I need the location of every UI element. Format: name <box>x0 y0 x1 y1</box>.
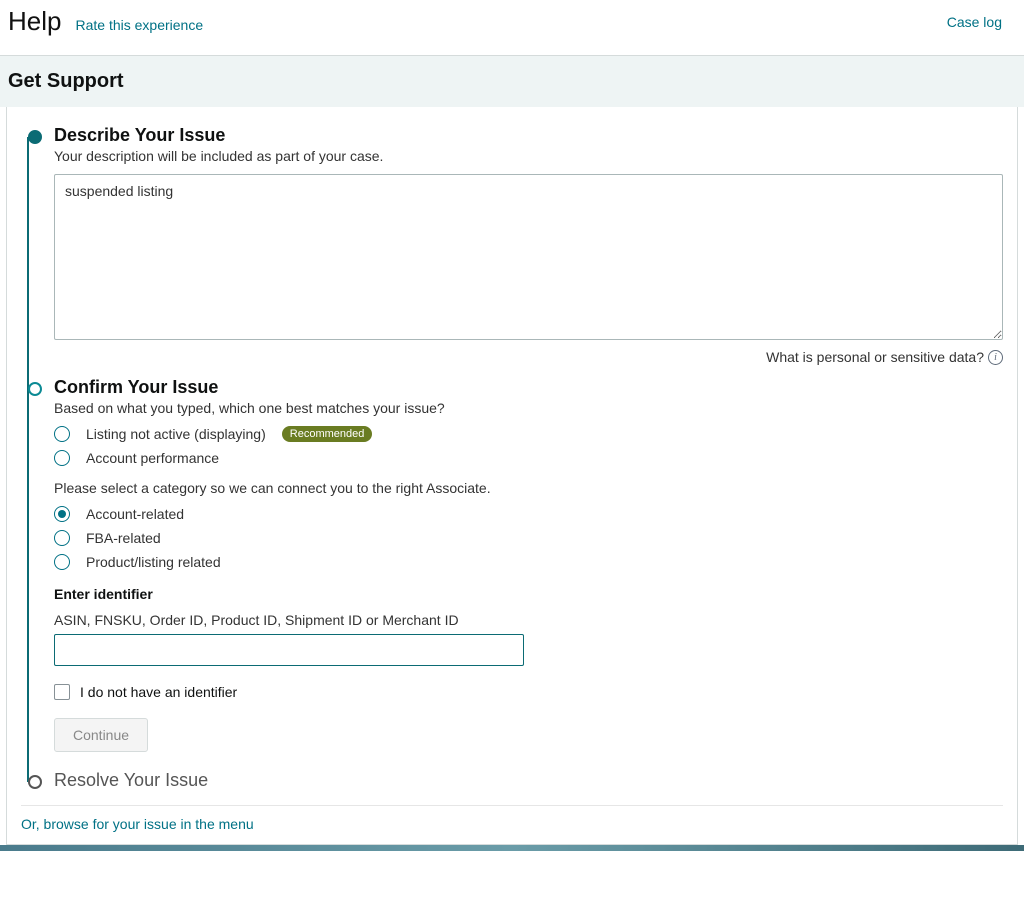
step-indicator-active-icon <box>28 382 42 396</box>
steps-container: Describe Your Issue Your description wil… <box>21 125 1003 793</box>
divider <box>21 805 1003 806</box>
identifier-input[interactable] <box>54 634 524 666</box>
step-confirm-subtitle: Based on what you typed, which one best … <box>54 400 1003 416</box>
step-describe-title: Describe Your Issue <box>54 125 1003 146</box>
category-option-fba-related[interactable]: FBA-related <box>54 530 1003 546</box>
radio-label: Account performance <box>86 450 219 466</box>
identifier-subtext: ASIN, FNSKU, Order ID, Product ID, Shipm… <box>54 612 1003 628</box>
radio-label: Product/listing related <box>86 554 221 570</box>
continue-button[interactable]: Continue <box>54 718 148 752</box>
sensitive-data-row: What is personal or sensitive data? i <box>54 349 1003 365</box>
help-title: Help <box>8 6 61 37</box>
match-option-account-performance[interactable]: Account performance <box>54 450 1003 466</box>
rate-experience-link[interactable]: Rate this experience <box>75 17 203 33</box>
main-panel: Describe Your Issue Your description wil… <box>6 107 1018 845</box>
radio-icon <box>54 450 70 466</box>
info-icon[interactable]: i <box>988 350 1003 365</box>
page-title: Get Support <box>8 70 1012 93</box>
radio-label: Listing not active (displaying) <box>86 426 266 442</box>
step-confirm-content: Confirm Your Issue Based on what you typ… <box>42 377 1003 770</box>
step-confirm-title: Confirm Your Issue <box>54 377 1003 398</box>
issue-description-textarea[interactable] <box>54 174 1003 340</box>
no-identifier-label: I do not have an identifier <box>80 684 237 700</box>
match-option-listing-not-active[interactable]: Listing not active (displaying) Recommen… <box>54 426 1003 442</box>
step-resolve-title: Resolve Your Issue <box>54 770 1003 791</box>
step-connector-line <box>27 137 29 782</box>
step-resolve-content: Resolve Your Issue <box>42 770 1003 793</box>
top-left: Help Rate this experience <box>8 6 203 37</box>
sub-header: Get Support <box>0 56 1024 107</box>
category-option-account-related[interactable]: Account-related <box>54 506 1003 522</box>
step-confirm: Confirm Your Issue Based on what you typ… <box>35 377 1003 770</box>
step-indicator-filled-icon <box>28 130 42 144</box>
category-option-product-listing-related[interactable]: Product/listing related <box>54 554 1003 570</box>
step-describe: Describe Your Issue Your description wil… <box>35 125 1003 377</box>
radio-icon <box>54 506 70 522</box>
radio-label: Account-related <box>86 506 184 522</box>
step-indicator-pending-icon <box>28 775 42 789</box>
identifier-heading: Enter identifier <box>54 586 1003 602</box>
step-describe-subtitle: Your description will be included as par… <box>54 148 1003 164</box>
recommended-badge: Recommended <box>282 426 373 442</box>
case-log-link[interactable]: Case log <box>947 14 1002 30</box>
radio-icon <box>54 530 70 546</box>
sensitive-data-link[interactable]: What is personal or sensitive data? <box>766 349 984 365</box>
no-identifier-checkbox-row[interactable]: I do not have an identifier <box>54 684 1003 700</box>
step-resolve: Resolve Your Issue <box>35 770 1003 793</box>
radio-icon <box>54 554 70 570</box>
browse-issue-link[interactable]: Or, browse for your issue in the menu <box>21 816 254 836</box>
step-describe-content: Describe Your Issue Your description wil… <box>42 125 1003 377</box>
top-bar: Help Rate this experience Case log <box>0 0 1024 56</box>
footer-strip <box>0 845 1024 851</box>
checkbox-icon <box>54 684 70 700</box>
category-instruction: Please select a category so we can conne… <box>54 480 1003 496</box>
radio-icon <box>54 426 70 442</box>
radio-label: FBA-related <box>86 530 161 546</box>
